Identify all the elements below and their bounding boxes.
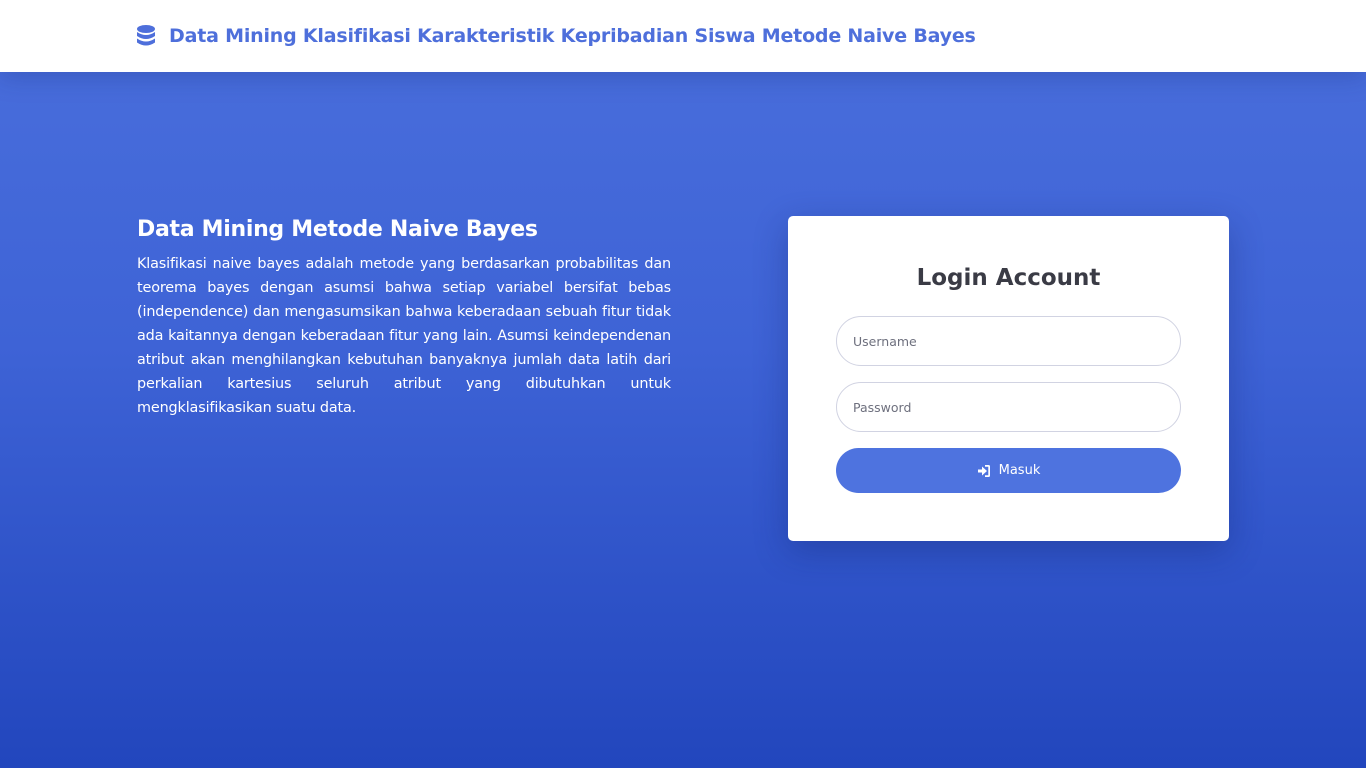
intro-heading: Data Mining Metode Naive Bayes [137, 217, 538, 242]
intro-section: Data Mining Metode Naive Bayes Klasifika… [137, 214, 671, 420]
intro-description: Klasifikasi naive bayes adalah metode ya… [137, 256, 671, 416]
password-input[interactable] [836, 382, 1181, 432]
database-icon [135, 24, 157, 48]
login-title: Login Account [916, 265, 1101, 291]
login-button[interactable]: Masuk [836, 448, 1181, 493]
brand[interactable]: Data Mining Klasifikasi Karakteristik Ke… [135, 22, 976, 50]
top-navbar: Data Mining Klasifikasi Karakteristik Ke… [0, 0, 1366, 72]
app-title: Data Mining Klasifikasi Karakteristik Ke… [169, 25, 976, 47]
username-input[interactable] [836, 316, 1181, 366]
sign-in-icon [977, 464, 991, 478]
login-button-label: Masuk [998, 463, 1041, 478]
login-card: Login Account Masuk [788, 216, 1229, 541]
